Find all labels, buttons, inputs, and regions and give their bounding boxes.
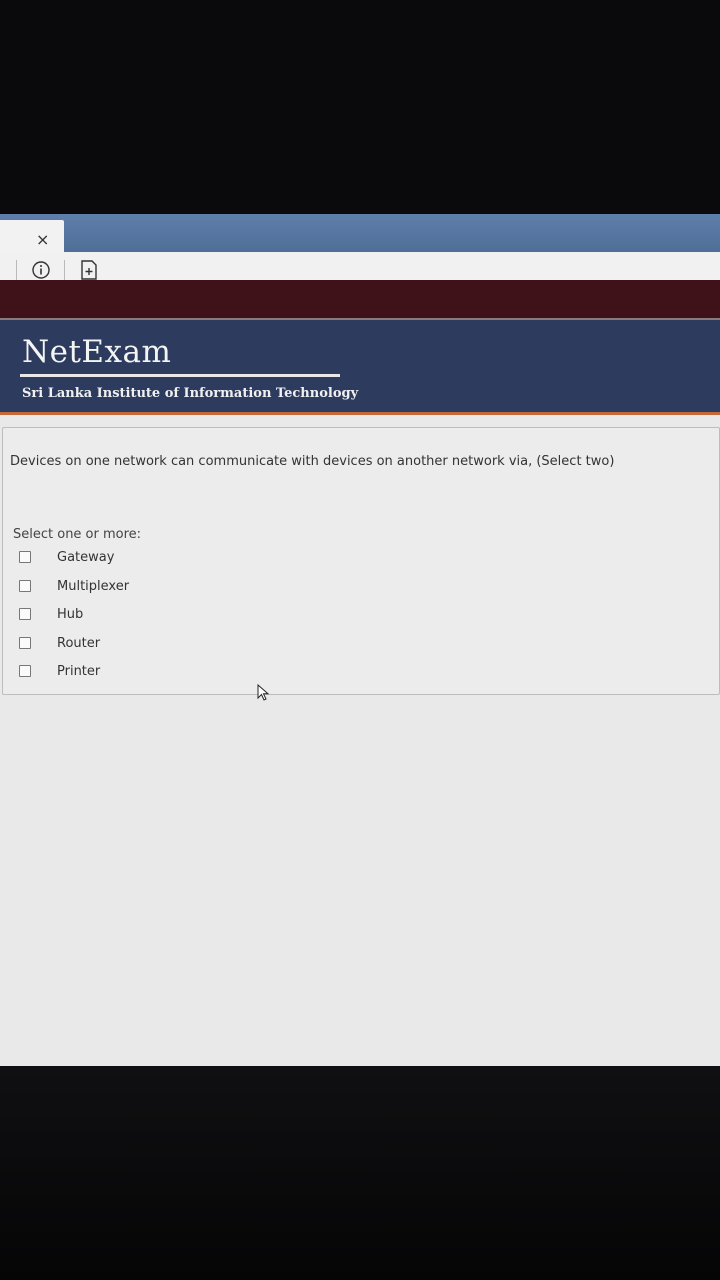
info-icon[interactable] [32,261,50,279]
browser-tab[interactable]: × [0,220,64,252]
option-label: Printer [57,663,101,679]
option-printer[interactable]: Printer [19,660,100,682]
option-label: Router [57,635,101,651]
checkbox[interactable] [19,637,31,649]
option-multiplexer[interactable]: Multiplexer [19,575,129,597]
question-panel: Devices on one network can communicate w… [2,427,720,701]
option-router[interactable]: Router [19,632,100,654]
institute-name: Sri Lanka Institute of Information Techn… [22,386,359,401]
browser-screen: × NetExam Sri Lanka Institute of Informa… [0,214,720,1066]
checkbox[interactable] [19,551,31,563]
option-label: Multiplexer [57,578,130,594]
logo[interactable]: NetExam [22,334,171,370]
logo-rule [20,374,340,377]
divider [64,260,65,280]
page-icon[interactable] [80,260,98,280]
site-header: NetExam Sri Lanka Institute of Informati… [0,320,720,412]
divider [16,260,17,280]
option-hub[interactable]: Hub [19,603,83,625]
option-gateway[interactable]: Gateway [19,546,114,568]
checkbox[interactable] [19,580,31,592]
option-label: Gateway [57,549,115,565]
tab-strip: × [0,214,720,252]
checkbox[interactable] [19,665,31,677]
close-icon[interactable]: × [36,230,49,249]
answer-prompt: Select one or more: [13,527,142,542]
monitor-bezel [0,1066,720,1280]
option-label: Hub [57,606,84,622]
maroon-band [0,280,720,320]
main-content: Devices on one network can communicate w… [0,415,720,1066]
question-text: Devices on one network can communicate w… [10,454,615,469]
mouse-cursor-icon [257,684,270,701]
checkbox[interactable] [19,608,31,620]
